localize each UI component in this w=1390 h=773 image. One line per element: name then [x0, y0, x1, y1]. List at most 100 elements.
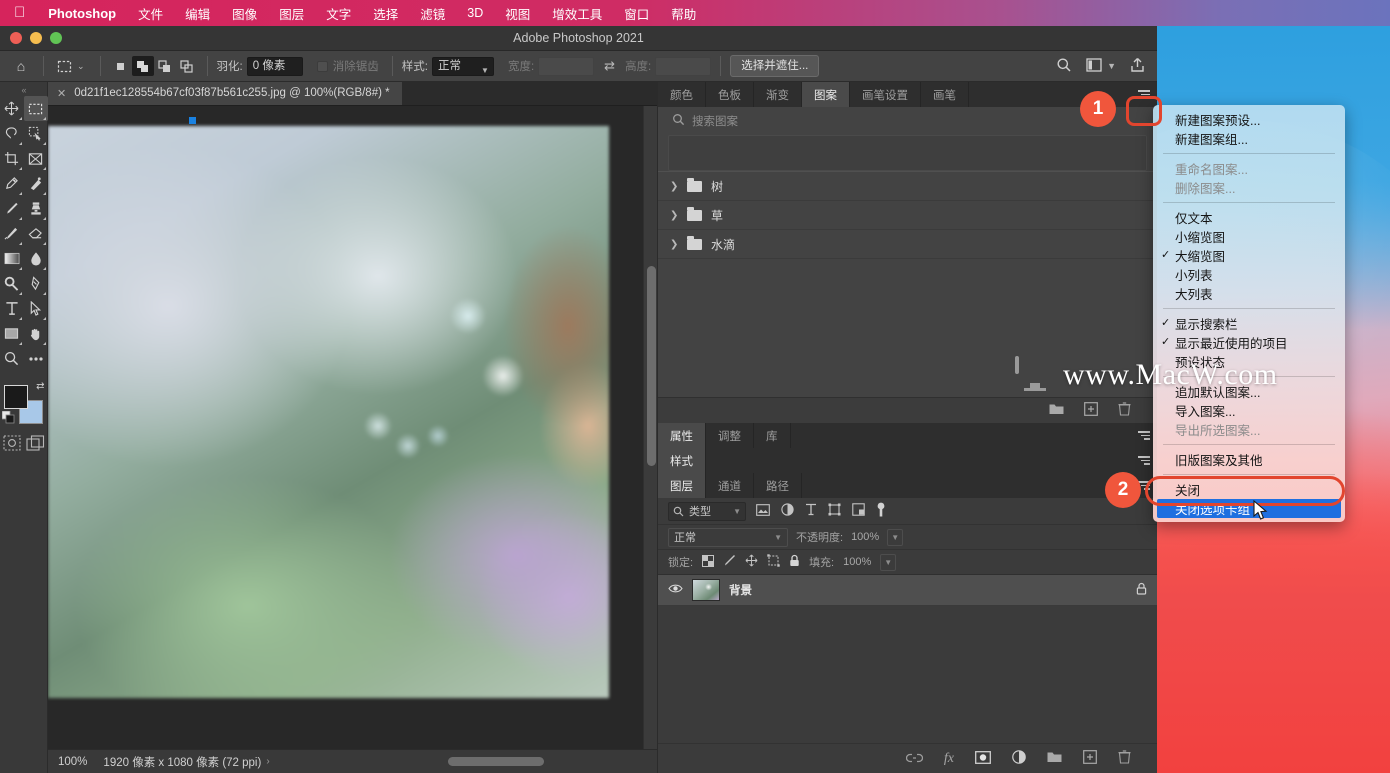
- delete-layer-icon[interactable]: [1118, 750, 1131, 767]
- lock-icon[interactable]: [1136, 582, 1147, 598]
- menu-item-select[interactable]: 选择: [362, 4, 409, 23]
- apple-logo-icon[interactable]: : [10, 5, 37, 22]
- menu-item-show-search-bar[interactable]: ✓ 显示搜索栏: [1153, 314, 1345, 333]
- new-group-icon[interactable]: [1047, 751, 1062, 766]
- pen-tool-icon[interactable]: [24, 271, 48, 296]
- pattern-search-input[interactable]: 搜索图案: [692, 113, 738, 129]
- canvas-image[interactable]: [48, 126, 609, 698]
- type-tool-icon[interactable]: [0, 296, 24, 321]
- home-icon[interactable]: ⌂: [8, 58, 34, 74]
- menu-item-legacy-patterns[interactable]: 旧版图案及其他: [1153, 450, 1345, 469]
- menu-item-image[interactable]: 图像: [221, 4, 268, 23]
- scrollbar-thumb[interactable]: [647, 266, 656, 466]
- fill-stepper[interactable]: ▼: [880, 553, 897, 571]
- swap-colors-icon[interactable]: ⇄: [36, 381, 44, 392]
- menu-item-show-recent-items[interactable]: ✓ 显示最近使用的项目: [1153, 333, 1345, 352]
- pixel-filter-icon[interactable]: [756, 503, 770, 519]
- tab-patterns[interactable]: 图案: [802, 82, 850, 107]
- shape-filter-icon[interactable]: [828, 503, 841, 519]
- opacity-stepper[interactable]: ▼: [887, 528, 904, 546]
- pattern-group-row[interactable]: ❯ 水滴: [658, 230, 1157, 259]
- new-pattern-icon[interactable]: [1084, 402, 1098, 419]
- antialias-checkbox[interactable]: [316, 60, 328, 72]
- menu-item-small-list[interactable]: 小列表: [1153, 265, 1345, 284]
- lock-all-icon[interactable]: [789, 554, 800, 570]
- menu-item-text-only[interactable]: 仅文本: [1153, 208, 1345, 227]
- add-to-selection-icon[interactable]: [131, 56, 154, 76]
- more-tools-icon[interactable]: [24, 346, 48, 371]
- screen-mode-icon[interactable]: [25, 435, 45, 454]
- height-input[interactable]: [655, 56, 712, 76]
- panel-menu-icon[interactable]: [1131, 82, 1157, 107]
- layer-styles-icon[interactable]: fx: [944, 751, 954, 767]
- healing-brush-tool-icon[interactable]: [24, 171, 48, 196]
- foreground-color-swatch[interactable]: [3, 385, 28, 409]
- menu-item-edit[interactable]: 编辑: [174, 4, 221, 23]
- layer-mask-icon[interactable]: [975, 750, 991, 767]
- tab-styles[interactable]: 样式: [658, 448, 706, 473]
- menu-item-close-tab-group[interactable]: 关闭选项卡组: [1157, 499, 1341, 518]
- menu-item-close[interactable]: 关闭: [1153, 480, 1345, 499]
- feather-input[interactable]: 0 像素: [246, 56, 303, 76]
- intersect-selection-icon[interactable]: [176, 56, 198, 76]
- tab-properties[interactable]: 属性: [658, 423, 706, 448]
- window-traffic-lights[interactable]: [0, 32, 62, 44]
- document-tab[interactable]: ✕ 0d21f1ec128554b67cf03f87b561c255.jpg @…: [48, 81, 403, 105]
- menu-item-plugins[interactable]: 增效工具: [541, 4, 613, 23]
- frame-tool-icon[interactable]: [24, 146, 48, 171]
- tab-brushes[interactable]: 画笔: [921, 82, 969, 107]
- menu-item-help[interactable]: 帮助: [660, 4, 707, 23]
- workspace-icon[interactable]: [1086, 57, 1102, 75]
- pattern-group-row[interactable]: ❯ 草: [658, 201, 1157, 230]
- canvas-viewport[interactable]: [48, 106, 657, 749]
- default-colors-icon[interactable]: [1, 410, 15, 427]
- crop-tool-icon[interactable]: [0, 146, 24, 171]
- menu-item-view[interactable]: 视图: [494, 4, 541, 23]
- canvas-horizontal-scrollbar[interactable]: [368, 757, 643, 766]
- new-layer-icon[interactable]: [1083, 750, 1097, 767]
- lock-image-icon[interactable]: [723, 554, 736, 570]
- tab-layers[interactable]: 图层: [658, 473, 706, 498]
- type-filter-icon[interactable]: [805, 503, 817, 519]
- marquee-tool-icon[interactable]: [53, 56, 75, 76]
- close-window-button[interactable]: [10, 32, 22, 44]
- maximize-window-button[interactable]: [50, 32, 62, 44]
- subtract-from-selection-icon[interactable]: [154, 56, 176, 76]
- chevron-right-icon[interactable]: ›: [266, 756, 269, 767]
- path-selection-tool-icon[interactable]: [24, 296, 48, 321]
- filter-toggle-icon[interactable]: [876, 502, 886, 521]
- blur-tool-icon[interactable]: [24, 246, 48, 271]
- history-brush-tool-icon[interactable]: [0, 221, 24, 246]
- layer-name[interactable]: 背景: [729, 582, 752, 598]
- menu-item-filter[interactable]: 滤镜: [409, 4, 456, 23]
- share-icon[interactable]: [1130, 57, 1145, 76]
- menu-item-file[interactable]: 文件: [127, 4, 174, 23]
- chevron-right-icon[interactable]: ❯: [670, 181, 678, 192]
- menu-item-type[interactable]: 文字: [315, 4, 362, 23]
- hand-tool-icon[interactable]: [24, 321, 48, 346]
- tab-channels[interactable]: 通道: [706, 473, 754, 498]
- menu-item-new-pattern-preset[interactable]: 新建图案预设...: [1153, 110, 1345, 129]
- menu-item-import-patterns[interactable]: 导入图案...: [1153, 401, 1345, 420]
- layer-list-item[interactable]: 背景: [658, 575, 1157, 606]
- move-tool-icon[interactable]: [0, 96, 24, 121]
- adjustment-filter-icon[interactable]: [781, 503, 794, 519]
- adjustment-layer-icon[interactable]: [1012, 750, 1026, 767]
- tab-adjustments[interactable]: 调整: [706, 423, 754, 448]
- new-group-icon[interactable]: [1049, 403, 1064, 418]
- quick-mask-icon[interactable]: [2, 435, 21, 454]
- pattern-group-row[interactable]: ❯ 树: [658, 172, 1157, 201]
- gradient-tool-icon[interactable]: [0, 246, 24, 271]
- zoom-level[interactable]: 100%: [58, 756, 87, 768]
- tab-paths[interactable]: 路径: [754, 473, 802, 498]
- canvas-vertical-scrollbar[interactable]: [643, 106, 657, 749]
- close-icon[interactable]: ✕: [57, 87, 66, 100]
- tab-swatches[interactable]: 色板: [706, 82, 754, 107]
- menu-item-append-default-patterns[interactable]: 追加默认图案...: [1153, 382, 1345, 401]
- style-select[interactable]: 正常 ▼: [431, 56, 494, 76]
- lock-position-icon[interactable]: [745, 554, 758, 570]
- menu-item-large-list[interactable]: 大列表: [1153, 284, 1345, 303]
- swap-arrows-icon[interactable]: ⇄: [604, 58, 615, 74]
- lasso-tool-icon[interactable]: [0, 121, 24, 146]
- chevron-right-icon[interactable]: ❯: [670, 210, 678, 221]
